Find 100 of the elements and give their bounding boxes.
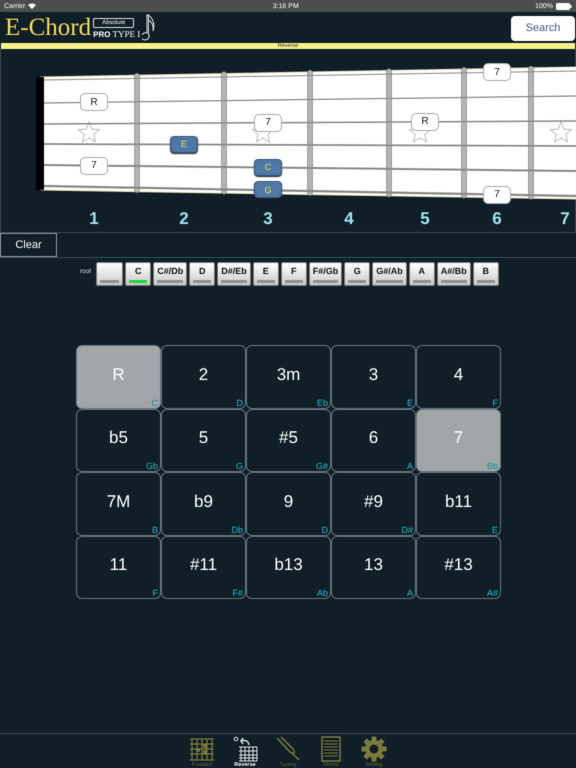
blank-key-button[interactable] xyxy=(96,262,124,286)
note-name: A xyxy=(406,461,413,471)
root-key-button[interactable]: D xyxy=(189,262,216,286)
fret-number: 5 xyxy=(419,209,431,229)
music-note-icon xyxy=(142,13,156,41)
root-key-button[interactable]: C xyxy=(125,262,152,286)
root-key-button[interactable]: A#/Bb xyxy=(436,262,471,286)
note-name: Eb xyxy=(316,398,328,408)
interval-button[interactable]: b13 Ab xyxy=(246,536,331,599)
clear-button[interactable]: Clear xyxy=(0,233,57,257)
interval-button[interactable]: 6 A xyxy=(331,408,416,472)
interval-label: b5 xyxy=(109,428,128,448)
note-name: F# xyxy=(232,588,243,598)
interval-label: #5 xyxy=(279,428,298,448)
edition-label: PRO xyxy=(93,30,110,39)
note-marker: C xyxy=(254,158,282,176)
interval-label: 13 xyxy=(364,555,383,574)
fret-number: 6 xyxy=(491,209,503,229)
interval-label: b13 xyxy=(274,555,303,574)
interval-button[interactable]: 13 A xyxy=(331,536,416,599)
note-name: D xyxy=(236,398,243,408)
note-name: F xyxy=(152,588,158,598)
interval-label: 7 xyxy=(454,428,464,448)
interval-label: 6 xyxy=(368,428,378,448)
interval-button[interactable]: b11 E xyxy=(416,472,501,536)
fret-number: 4 xyxy=(343,209,355,229)
root-key-button[interactable]: B xyxy=(472,262,499,286)
interval-button[interactable]: #5 G# xyxy=(246,408,331,472)
note-name: Gb xyxy=(146,461,158,471)
type-label: TYPE I xyxy=(112,29,140,39)
fret-number: 7 xyxy=(559,209,571,229)
root-key-button[interactable]: D#/Eb xyxy=(217,262,251,286)
root-key-button[interactable]: F xyxy=(280,262,307,286)
note-name: A# xyxy=(486,588,498,598)
note-name: Db xyxy=(231,524,243,534)
root-key-button[interactable]: F#/Gb xyxy=(308,262,342,286)
interval-marker: 7 xyxy=(80,156,108,175)
note-name: D# xyxy=(401,524,413,534)
interval-label: 9 xyxy=(284,492,294,511)
note-marker: E xyxy=(170,136,198,153)
interval-label: #13 xyxy=(444,555,473,574)
interval-button[interactable]: b9 Db xyxy=(161,472,246,536)
note-name: E xyxy=(406,398,413,408)
note-name: Ab xyxy=(316,588,328,598)
interval-label: R xyxy=(112,364,125,384)
interval-marker: R xyxy=(80,93,108,112)
interval-label: 3m xyxy=(276,364,300,384)
fret-number: 2 xyxy=(178,209,190,229)
root-key-button[interactable]: G xyxy=(344,262,370,286)
interval-button[interactable]: 3 E xyxy=(331,345,416,408)
note-name: E xyxy=(492,524,498,534)
interval-button[interactable]: #13 A# xyxy=(416,536,501,599)
interval-button[interactable]: 7M B xyxy=(76,472,161,536)
note-marker: G xyxy=(254,181,282,198)
interval-label: 11 xyxy=(110,555,128,574)
note-name: G# xyxy=(316,461,328,471)
root-key-button[interactable]: A xyxy=(408,262,435,286)
root-key-button[interactable]: C#/Db xyxy=(153,262,188,286)
interval-button[interactable]: #11 F# xyxy=(161,536,246,599)
notepad-icon xyxy=(321,736,341,762)
interval-marker: R xyxy=(411,112,439,131)
note-name: D xyxy=(322,524,328,534)
interval-button[interactable]: 9 D xyxy=(246,472,331,536)
interval-marker: 7 xyxy=(254,114,282,132)
chord-chart-icon xyxy=(189,736,215,762)
interval-button[interactable]: 5 G xyxy=(161,408,246,472)
interval-button[interactable]: #9 D# xyxy=(331,472,416,536)
interval-label: #11 xyxy=(190,555,218,574)
note-name: F xyxy=(492,398,498,408)
root-key-button[interactable]: E xyxy=(252,262,279,286)
settings-icon xyxy=(361,736,387,762)
interval-label: 2 xyxy=(198,364,208,384)
star-inlay-icon xyxy=(549,120,573,143)
note-name: A xyxy=(406,588,413,598)
interval-button[interactable]: 2 D xyxy=(161,345,246,408)
tuning-fork-icon xyxy=(275,736,301,762)
star-inlay-icon xyxy=(77,120,101,143)
interval-button[interactable]: 4 F xyxy=(416,345,501,408)
interval-label: 3 xyxy=(368,364,378,384)
interval-label: 5 xyxy=(198,428,208,448)
interval-marker: 7 xyxy=(483,63,511,82)
interval-label: 7M xyxy=(106,492,130,511)
wifi-icon xyxy=(28,3,36,9)
fret-number: 3 xyxy=(262,209,274,229)
root-key-button[interactable]: G#/Ab xyxy=(372,262,407,286)
interval-button[interactable]: 3m Eb xyxy=(246,345,331,408)
note-name: C xyxy=(152,398,158,408)
fret-number: 1 xyxy=(88,209,100,229)
battery-icon xyxy=(556,2,572,10)
reverse-chord-icon xyxy=(232,736,258,762)
interval-marker: 7 xyxy=(483,186,511,204)
interval-button[interactable]: 11 F xyxy=(76,536,161,599)
note-name: G xyxy=(236,461,243,471)
interval-label: 4 xyxy=(454,364,464,384)
search-button[interactable]: Search xyxy=(511,16,575,40)
note-name: Bb xyxy=(486,461,498,471)
app-logo: E-Chord xyxy=(5,15,92,41)
interval-label: b9 xyxy=(194,492,213,511)
interval-button[interactable]: b5 Gb xyxy=(76,408,161,472)
interval-label: b11 xyxy=(444,492,472,511)
